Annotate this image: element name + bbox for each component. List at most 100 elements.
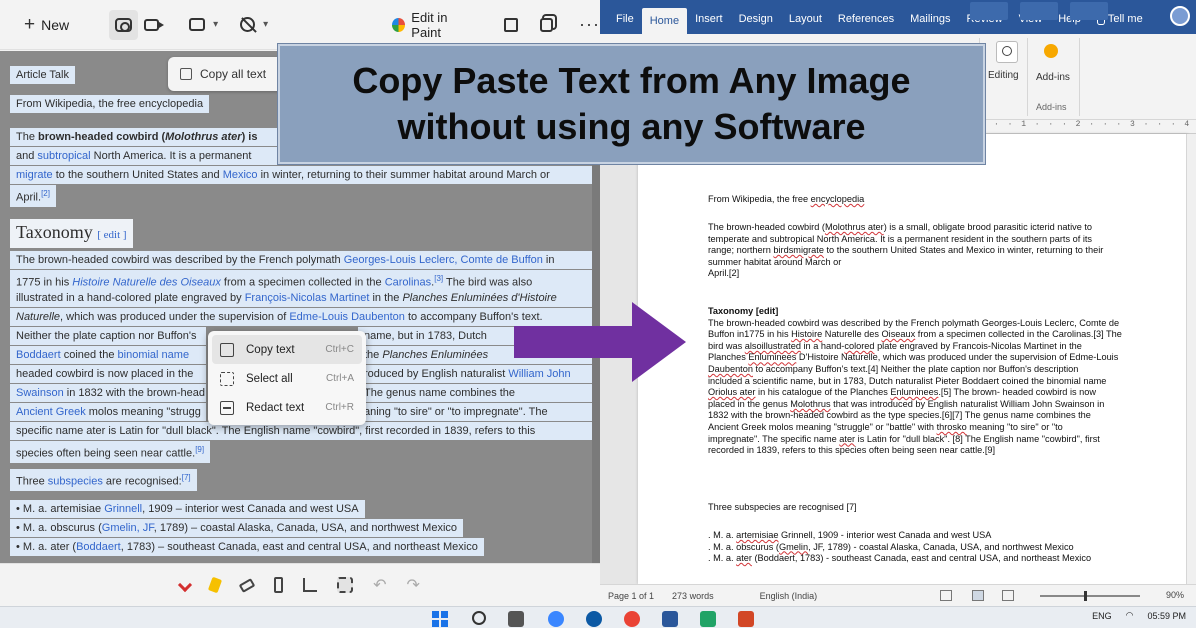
new-snip-button[interactable]: + New — [18, 10, 75, 40]
highlighter-icon[interactable] — [208, 576, 223, 594]
text-link[interactable]: Ancient Greek — [16, 406, 86, 418]
word-icon[interactable] — [662, 611, 678, 627]
tab-home[interactable]: Home — [641, 8, 688, 34]
text-link[interactable]: migrate — [16, 169, 53, 181]
text-run: and — [16, 150, 38, 162]
crop-icon[interactable] — [303, 578, 318, 592]
page-count[interactable]: Page 1 of 1 — [608, 591, 654, 601]
copy-icon[interactable] — [539, 17, 554, 32]
chrome-icon[interactable] — [624, 611, 640, 627]
text-link[interactable]: Edme-Louis Daubenton — [289, 311, 405, 323]
context-select-all[interactable]: Select all Ctrl+A — [212, 364, 362, 393]
copy-all-text-button[interactable]: Copy all text — [168, 57, 288, 91]
tab-references[interactable]: References — [830, 0, 902, 34]
web-layout-icon[interactable] — [1002, 590, 1014, 601]
text-run: illustrated in a hand-colored plate engr… — [16, 292, 245, 304]
eraser-icon[interactable] — [238, 577, 256, 593]
pen-icon[interactable] — [178, 577, 193, 593]
wifi-icon[interactable]: ◠ — [1126, 610, 1134, 621]
ref-link[interactable]: [7] — [182, 473, 191, 482]
doc-taxonomy: Taxonomy [edit] The brown-headed cowbird… — [708, 306, 1174, 457]
edit-link[interactable]: [ edit ] — [97, 229, 126, 241]
excel-icon[interactable] — [700, 611, 716, 627]
subspecies-item-3: • M. a. ater (Boddaert, 1783) – southeas… — [10, 538, 484, 556]
print-layout-icon[interactable] — [972, 590, 984, 601]
text-link[interactable]: François-Nicolas Martinet — [245, 292, 370, 304]
ruler-icon[interactable] — [274, 577, 284, 593]
copy-icon — [220, 342, 234, 357]
no-delay-icon — [240, 17, 256, 32]
doc-subspecies-list: . M. a. artemisiae Grinnell, 1909 - inte… — [708, 530, 1174, 565]
text-run: meaning "to sire" or "to — [966, 421, 1063, 432]
text-run: Planches Enluminées — [382, 349, 489, 361]
text-link[interactable]: Gmelin, JF — [102, 522, 154, 534]
context-copy-text[interactable]: Copy text Ctrl+C — [212, 335, 362, 364]
task-view-icon[interactable] — [508, 611, 524, 627]
undo-icon[interactable]: ↶ — [373, 575, 386, 595]
tab-layout[interactable]: Layout — [781, 0, 830, 34]
ref-link[interactable]: [2] — [41, 189, 50, 198]
document-page[interactable]: From Wikipedia, the free encyclopedia Th… — [638, 134, 1188, 584]
clock[interactable]: 05:59 PM — [1147, 611, 1186, 621]
doc-line: . M. a. ater (Boddaert, 1783) - southeas… — [708, 553, 1174, 565]
word-count[interactable]: 273 words — [672, 591, 714, 601]
delay-dropdown[interactable]: ▾ — [234, 10, 274, 40]
zoom-level[interactable]: 90% — [1166, 590, 1184, 600]
text-run: Enluminees — [890, 387, 939, 398]
text-run: birdsmigrate — [773, 245, 824, 256]
zoom-slider[interactable] — [1040, 595, 1140, 597]
text-link[interactable]: subspecies — [48, 476, 103, 488]
redo-icon[interactable]: ↷ — [407, 575, 420, 595]
doc-line: Buffon in1775 in his Histoire Naturelle … — [708, 329, 1174, 341]
powerpoint-icon[interactable] — [738, 611, 754, 627]
text-run: alsoillustrated — [744, 340, 801, 351]
title-control[interactable] — [1070, 2, 1108, 20]
tax-line-9b: aning "to sire" or "to impregnate". The — [358, 403, 592, 421]
ref-link[interactable]: [9] — [195, 445, 204, 454]
screenshot-mode-button[interactable] — [109, 9, 139, 40]
text-link[interactable]: Mexico — [223, 169, 258, 181]
text-link[interactable]: binomial name — [118, 349, 190, 361]
snip-shape-dropdown[interactable]: ▾ — [183, 10, 224, 40]
edge-icon[interactable] — [586, 611, 602, 627]
more-options-icon[interactable]: ··· — [579, 14, 600, 35]
text-link[interactable]: Histoire Naturelle des Oiseaux — [72, 277, 221, 289]
doc-line: temperate and subtropical North America.… — [708, 233, 1093, 244]
ref-link[interactable]: [3] — [434, 274, 443, 283]
language-indicator[interactable]: English (India) — [760, 591, 818, 601]
text-link[interactable]: subtropical — [37, 150, 90, 162]
taxonomy-heading: Taxonomy [ edit ] — [10, 219, 133, 248]
tab-design[interactable]: Design — [731, 0, 781, 34]
text-run: that was introduced by English naturalis… — [830, 398, 1105, 409]
text-link[interactable]: Swainson — [16, 387, 64, 399]
language-indicator[interactable]: ENG — [1092, 611, 1112, 621]
start-menu-icon[interactable] — [432, 611, 448, 627]
tab-mailings[interactable]: Mailings — [902, 0, 958, 34]
focus-view-icon[interactable] — [940, 590, 952, 601]
copy-all-label: Copy all text — [200, 67, 267, 81]
text-link[interactable]: Carolinas — [385, 277, 431, 289]
video-mode-button[interactable] — [138, 10, 165, 40]
text-run: • M. a. ater ( — [16, 541, 77, 553]
document-scrollbar[interactable] — [1186, 134, 1196, 584]
title-control[interactable] — [970, 2, 1008, 20]
text-actions-icon[interactable] — [337, 577, 354, 593]
edit-in-paint-button[interactable]: Edit in Paint — [386, 10, 482, 40]
tab-insert[interactable]: Insert — [687, 0, 731, 34]
zoom-slider-knob[interactable] — [1084, 591, 1087, 601]
menu-shortcut: Ctrl+R — [325, 402, 354, 413]
avatar[interactable] — [1170, 6, 1190, 26]
title-control[interactable] — [1020, 2, 1058, 20]
text-link[interactable]: Boddaert — [76, 541, 121, 553]
context-redact-text[interactable]: Redact text Ctrl+R — [212, 393, 362, 422]
document-area: From Wikipedia, the free encyclopedia Th… — [600, 134, 1196, 584]
right-arrow-icon — [514, 302, 686, 382]
save-icon[interactable] — [504, 17, 518, 32]
tab-file[interactable]: File — [608, 0, 642, 34]
app-icon[interactable] — [548, 611, 564, 627]
search-icon[interactable] — [472, 611, 486, 625]
text-link[interactable]: Boddaert — [16, 349, 61, 361]
text-link[interactable]: Georges-Louis Leclerc, Comte de Buffon — [344, 254, 543, 266]
text-link[interactable]: Grinnell — [104, 503, 142, 515]
text-run: Histoire — [791, 329, 823, 340]
